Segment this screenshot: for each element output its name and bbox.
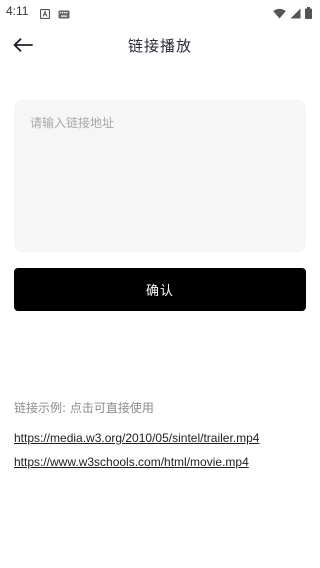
battery-icon <box>305 4 312 23</box>
url-input[interactable] <box>14 100 306 252</box>
notification-a-icon <box>39 4 51 23</box>
signal-icon <box>290 4 301 23</box>
examples-label: 链接示例: 点击可直接使用 <box>14 401 154 415</box>
example-link-movie[interactable]: https://www.w3schools.com/html/movie.mp4 <box>14 455 249 469</box>
page-title: 链接播放 <box>127 37 192 55</box>
app-bar: 链接播放 <box>0 24 320 68</box>
status-bar: 4:11 <box>0 0 320 24</box>
keyboard-icon <box>58 4 70 23</box>
status-left-icons <box>39 4 70 23</box>
confirm-button[interactable]: 确认 <box>14 268 306 311</box>
wifi-icon <box>273 4 286 23</box>
example-link-sintel[interactable]: https://media.w3.org/2010/05/sintel/trai… <box>14 431 259 445</box>
status-time: 4:11 <box>6 4 29 18</box>
status-right-icons <box>273 4 312 23</box>
